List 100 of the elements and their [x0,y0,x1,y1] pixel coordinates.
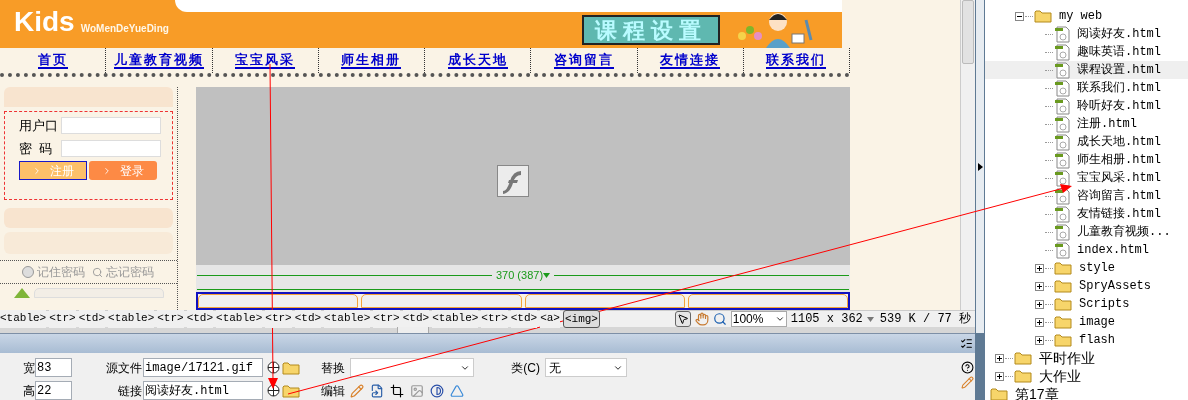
nav-link[interactable]: 联系我们 [766,52,827,69]
tree-item[interactable]: 友情链接.html [985,205,1188,223]
tree-item[interactable]: index.html [985,241,1188,259]
tree-item[interactable]: SpryAssets [985,277,1188,295]
nav-link[interactable]: 咨询留言 [553,52,614,69]
field-label: 用户口 [19,117,59,135]
alt-select[interactable] [350,358,474,377]
nav-link[interactable]: 友情连接 [660,52,721,69]
folder-icon [282,360,300,375]
tree-item[interactable]: Scripts [985,295,1188,313]
caret-icon[interactable] [543,272,551,278]
nav-link[interactable]: 儿童教育视频 [113,52,204,69]
folder-icon [1034,9,1052,23]
tree-item[interactable]: 聆听好友.html [985,97,1188,115]
width-field[interactable]: 83 [35,358,72,377]
expand-icon[interactable] [1035,299,1044,309]
folder-icon [1054,297,1072,311]
tree-item[interactable]: 平时作业 [985,349,1188,367]
file-name: 友情链接.html [1077,206,1161,223]
contrast-icon[interactable] [430,383,444,398]
tree-item[interactable]: 成长天地.html [985,133,1188,151]
target-icon[interactable] [267,384,280,397]
web-page-icon [1054,205,1070,223]
nav-link[interactable]: 首页 [37,52,68,69]
folder-icon [282,383,300,398]
input-field[interactable] [61,139,161,157]
target-icon[interactable] [267,361,280,374]
tree-item[interactable]: 宝宝风采.html [985,169,1188,187]
folder-name: style [1079,260,1115,277]
hand-tool-icon[interactable] [694,312,709,326]
tree-item[interactable]: 课程设置.html [985,61,1188,79]
web-page-icon [1054,61,1070,79]
tree-item[interactable]: 儿童教育视频... [985,223,1188,241]
site-tagline: WoMenDeYueDing [80,24,169,36]
expand-icon[interactable] [1035,263,1044,273]
field-label: 链接 [117,382,143,400]
tree-item[interactable]: 大作业 [985,367,1188,385]
web-page-icon [1054,133,1070,151]
zoom-tool-icon[interactable] [712,312,727,326]
tree-item[interactable]: 第17章 [985,385,1188,400]
folder-name: 平时作业 [1039,348,1095,368]
panel-splitter[interactable] [975,0,985,400]
search-icon [92,266,103,278]
help-icon[interactable] [961,361,974,374]
tree-item[interactable]: my web [985,7,1188,25]
folder-name: my web [1059,8,1103,25]
tree-item[interactable]: 阅读好友.html [985,25,1188,43]
triangle-icon[interactable] [450,383,464,398]
zoom-select[interactable]: 100% [730,311,787,327]
web-page-icon [1054,115,1070,133]
tree-item[interactable]: style [985,259,1188,277]
file-name: 阅读好友.html [1077,26,1161,43]
remember-label: 记住密码 [37,264,85,281]
field-label: 编辑 [320,382,346,400]
menu-icon[interactable] [960,337,973,350]
height-field[interactable]: 22 [35,381,72,400]
file-name: 聆听好友.html [1077,98,1161,115]
collapse-icon[interactable] [1015,11,1024,21]
field-label: 源文件 [105,359,143,377]
web-page-icon [1054,97,1070,115]
dropdown-arrow-icon[interactable] [866,316,874,322]
web-page-icon [1054,25,1070,43]
crop-icon[interactable] [390,383,404,398]
tree-item[interactable]: 师生相册.html [985,151,1188,169]
radio-button[interactable] [22,266,34,278]
field-label: 类(C) [510,359,541,377]
tree-item[interactable]: 联系我们.html [985,79,1188,97]
tree-item[interactable]: flash [985,331,1188,349]
page-icon[interactable] [370,383,384,398]
folder-icon [1054,333,1072,347]
tree-item[interactable]: 趣味英语.html [985,43,1188,61]
file-name: 师生相册.html [1077,152,1161,169]
input-field[interactable] [61,117,161,135]
class-select[interactable]: 无 [545,358,627,377]
banner-title: 课程设置 [582,15,720,45]
field-label: 宽 [22,359,35,377]
nav-link[interactable]: 宝宝风采 [235,52,296,69]
web-page-icon [1054,241,1070,259]
expand-icon[interactable] [1035,281,1044,291]
web-page-icon [1054,43,1070,61]
window-size[interactable]: 1105 x 362 [790,310,863,328]
tree-item[interactable]: 注册.html [985,115,1188,133]
expand-icon[interactable] [995,371,1004,381]
flash-icon [497,165,529,197]
expand-icon[interactable] [995,353,1004,363]
pointer-tool-icon[interactable] [674,311,691,327]
link-field[interactable]: 阅读好友.html [143,381,263,400]
file-name: 课程设置.html [1077,62,1161,79]
expand-arrow-icon[interactable] [977,162,983,171]
expand-icon[interactable] [1035,335,1044,345]
expand-icon[interactable] [1035,317,1044,327]
file-name: 注册.html [1077,116,1137,133]
nav-link[interactable]: 师生相册 [341,52,402,69]
nav-link[interactable]: 成长天地 [447,52,508,69]
source-file-field[interactable]: image/17121.gif [143,358,263,377]
folder-name: flash [1079,332,1115,349]
field-label: 替换 [320,359,346,377]
file-name: 成长天地.html [1077,134,1161,151]
folder-name: 大作业 [1039,366,1081,386]
tree-item[interactable]: image [985,313,1188,331]
